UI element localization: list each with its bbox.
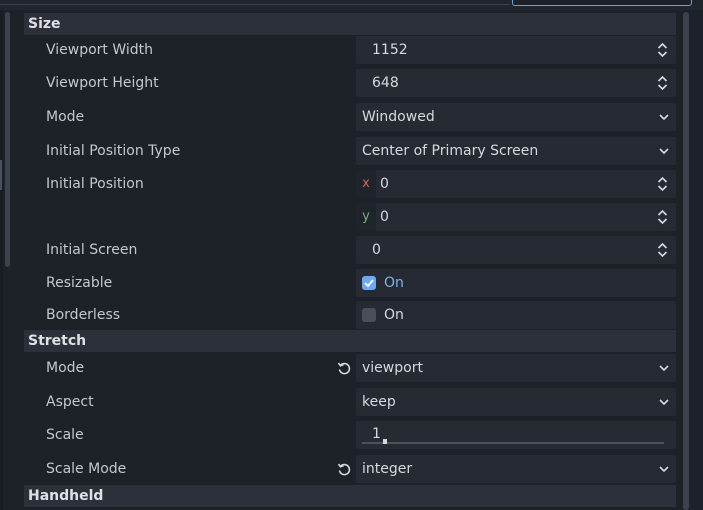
initial-position-type-dropdown[interactable]: Center of Primary Screen xyxy=(356,137,676,165)
category-scrollbar[interactable] xyxy=(5,12,10,267)
initial-screen-label: Initial Screen xyxy=(46,242,138,258)
toolbar-divider xyxy=(0,4,510,5)
up-down-arrows-icon[interactable] xyxy=(657,75,668,91)
row-viewport-width: Viewport Width 1152 xyxy=(24,35,676,65)
window-mode-dropdown[interactable]: Windowed xyxy=(356,103,676,131)
initial-position-label: Initial Position xyxy=(46,176,144,192)
left-panel-marker xyxy=(0,160,2,190)
stretch-mode-label: Mode xyxy=(46,360,85,376)
inspector-scrollbar[interactable] xyxy=(683,12,689,510)
chevron-down-icon xyxy=(659,466,669,473)
row-stretch-scale: Scale 1 xyxy=(24,420,676,450)
revert-icon[interactable] xyxy=(337,361,351,375)
resizable-on-text: On xyxy=(384,275,404,291)
section-stretch[interactable]: Stretch xyxy=(24,330,676,352)
up-down-arrows-icon[interactable] xyxy=(657,242,668,258)
row-stretch-scale-mode: Scale Mode integer xyxy=(24,454,676,484)
borderless-checkbox[interactable]: On xyxy=(356,301,676,329)
stretch-scale-mode-label: Scale Mode xyxy=(46,461,127,477)
resizable-checkbox[interactable]: On xyxy=(356,269,676,297)
viewport-height-value: 648 xyxy=(372,75,399,91)
chevron-down-icon xyxy=(659,365,669,372)
up-down-arrows-icon[interactable] xyxy=(657,209,668,225)
row-window-mode: Mode Windowed xyxy=(24,102,676,132)
initial-position-y-value: 0 xyxy=(380,209,389,225)
up-down-arrows-icon[interactable] xyxy=(657,42,668,58)
initial-position-y-spinbox[interactable]: y 0 xyxy=(356,203,676,231)
row-resizable: Resizable On xyxy=(24,268,676,298)
row-viewport-height: Viewport Height 648 xyxy=(24,68,676,98)
initial-screen-spinbox[interactable]: 0 xyxy=(356,236,676,264)
viewport-width-value: 1152 xyxy=(372,42,408,58)
stretch-mode-dropdown[interactable]: viewport xyxy=(356,354,676,382)
axis-y-label: y xyxy=(356,203,376,231)
top-toolbar xyxy=(0,0,703,10)
initial-position-type-label: Initial Position Type xyxy=(46,143,181,159)
left-panel-edge xyxy=(0,10,3,510)
viewport-width-label: Viewport Width xyxy=(46,42,154,58)
row-stretch-aspect: Aspect keep xyxy=(24,387,676,417)
up-down-arrows-icon[interactable] xyxy=(657,176,668,192)
chevron-down-icon xyxy=(659,148,669,155)
stretch-scale-slider[interactable]: 1 xyxy=(356,421,676,449)
row-initial-screen: Initial Screen 0 xyxy=(24,235,676,265)
stretch-aspect-label: Aspect xyxy=(46,394,94,410)
window-mode-value: Windowed xyxy=(362,109,435,125)
viewport-height-spinbox[interactable]: 648 xyxy=(356,69,676,97)
section-handheld[interactable]: Handheld xyxy=(24,485,676,507)
stretch-scale-label: Scale xyxy=(46,427,84,443)
borderless-label: Borderless xyxy=(46,307,121,323)
stretch-aspect-value: keep xyxy=(362,394,396,410)
revert-icon[interactable] xyxy=(337,462,351,476)
initial-position-x-spinbox[interactable]: x 0 xyxy=(356,170,676,198)
slider-grabber[interactable] xyxy=(383,439,388,444)
window-mode-label: Mode xyxy=(46,109,85,125)
chevron-down-icon xyxy=(659,114,669,121)
stretch-scale-mode-dropdown[interactable]: integer xyxy=(356,455,676,483)
axis-x-label: x xyxy=(356,170,376,198)
chevron-down-icon xyxy=(659,399,669,406)
initial-position-type-value: Center of Primary Screen xyxy=(362,143,539,159)
checkbox-icon[interactable] xyxy=(362,276,376,290)
filter-field[interactable] xyxy=(512,0,692,6)
checkbox-icon[interactable] xyxy=(362,308,376,322)
row-initial-position-y: y 0 xyxy=(24,202,676,232)
viewport-height-label: Viewport Height xyxy=(46,75,159,91)
row-initial-position-x: Initial Position x 0 xyxy=(24,169,676,199)
resizable-label: Resizable xyxy=(46,275,113,291)
stretch-scale-mode-value: integer xyxy=(362,461,413,477)
viewport-width-spinbox[interactable]: 1152 xyxy=(356,36,676,64)
borderless-on-text: On xyxy=(384,307,404,323)
stretch-mode-value: viewport xyxy=(362,360,423,376)
slider-track[interactable] xyxy=(362,442,664,444)
row-borderless: Borderless On xyxy=(24,300,676,330)
initial-screen-value: 0 xyxy=(372,242,381,258)
row-initial-position-type: Initial Position Type Center of Primary … xyxy=(24,136,676,166)
section-size[interactable]: Size xyxy=(24,13,676,35)
project-settings-inspector: Size Viewport Width 1152 Viewport Height… xyxy=(16,10,678,510)
row-stretch-mode: Mode viewport xyxy=(24,353,676,383)
stretch-aspect-dropdown[interactable]: keep xyxy=(356,388,676,416)
initial-position-x-value: 0 xyxy=(380,176,389,192)
